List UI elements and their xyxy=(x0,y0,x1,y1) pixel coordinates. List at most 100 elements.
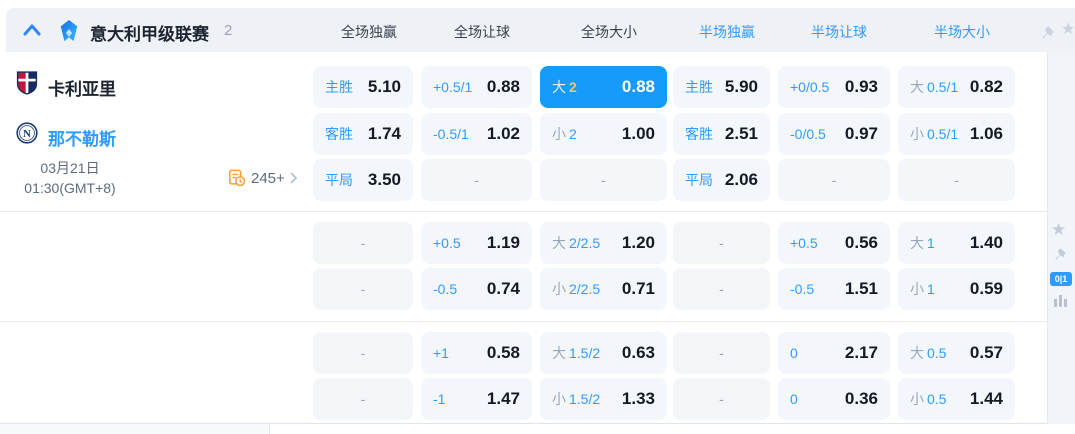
league-logo-icon xyxy=(60,20,78,42)
league-header: 意大利甲级联赛 2 全场独赢 全场让球 全场大小 半场独赢 半场让球 半场大小 … xyxy=(6,8,1075,52)
dash: - xyxy=(954,172,959,188)
bet-label: 大 2/2.5 xyxy=(552,235,601,251)
bet-label: +0.5/1 xyxy=(433,79,473,95)
over-cell[interactable]: 大 1.5/2 0.63 xyxy=(540,332,667,374)
odds-value: 1.47 xyxy=(486,389,520,408)
pin-icon[interactable] xyxy=(1040,25,1056,41)
away-win-cell[interactable]: 客胜 2.51 xyxy=(673,113,770,155)
odds-value: 2.51 xyxy=(724,124,758,143)
away-team-name[interactable]: 那不勒斯 xyxy=(48,125,116,150)
odds-value: 0.71 xyxy=(621,279,655,298)
next-section-left-cell xyxy=(0,424,270,434)
league-title: 意大利甲级联赛 xyxy=(90,25,209,44)
empty-cell: - xyxy=(313,378,413,420)
over-cell[interactable]: 大 2/2.5 1.20 xyxy=(540,222,667,264)
under-cell[interactable]: 小 0.5/1 1.06 xyxy=(898,113,1015,155)
handicap-cell[interactable]: -0.5/1 1.02 xyxy=(421,113,532,155)
league-match-count: 2 xyxy=(224,22,233,39)
handicap-cell[interactable]: 0 0.36 xyxy=(778,378,890,420)
dash: - xyxy=(719,391,724,407)
empty-cell: - xyxy=(778,159,890,201)
bet-label: 客胜 xyxy=(685,126,713,142)
score-badge-text: 0|1 xyxy=(1054,274,1068,284)
match-date: 03月21日 xyxy=(40,160,100,176)
odds-value: 1.02 xyxy=(486,124,520,143)
dash: - xyxy=(831,172,837,188)
bet-label: -0/0.5 xyxy=(790,126,826,142)
handicap-cell[interactable]: +0.5 0.56 xyxy=(778,222,890,264)
odds-value: 1.51 xyxy=(844,279,878,298)
draw-cell[interactable]: 平局 3.50 xyxy=(313,159,413,201)
handicap-cell[interactable]: -1 1.47 xyxy=(421,378,532,420)
handicap-cell[interactable]: 0 2.17 xyxy=(778,332,890,374)
handicap-cell[interactable]: -0.5 0.74 xyxy=(421,268,532,310)
over-cell-selected[interactable]: 大 2 0.88 xyxy=(540,66,667,108)
favorite-star-icon[interactable]: ★ xyxy=(1061,21,1075,39)
more-markets-link[interactable]: 245+ xyxy=(228,169,298,187)
away-win-cell[interactable]: 客胜 1.74 xyxy=(313,113,413,155)
home-team-name[interactable]: 卡利亚里 xyxy=(48,75,116,100)
handicap-cell[interactable]: +0.5/1 0.88 xyxy=(421,66,532,108)
bet-label: 大2 xyxy=(552,79,577,95)
empty-cell: - xyxy=(673,378,770,420)
over-cell[interactable]: 大 0.5 0.57 xyxy=(898,332,1015,374)
home-win-cell[interactable]: 主胜 5.90 xyxy=(673,66,770,108)
bet-label: +0/0.5 xyxy=(790,79,830,95)
under-cell[interactable]: 小 2/2.5 0.71 xyxy=(540,268,667,310)
bet-label: -0.5 xyxy=(790,281,815,297)
home-team-crest-icon xyxy=(16,71,38,95)
home-win-cell[interactable]: 主胜 5.10 xyxy=(313,66,413,108)
odds-value: 5.10 xyxy=(367,77,401,96)
empty-cell: - xyxy=(898,159,1015,201)
bet-label: -1 xyxy=(433,391,446,407)
column-header-ht-handicap: 半场让球 xyxy=(811,24,867,40)
pin-icon[interactable] xyxy=(1053,247,1068,262)
stats-bars-icon[interactable] xyxy=(1053,294,1068,307)
favorite-star-icon[interactable]: ★ xyxy=(1051,220,1066,240)
odds-row: 主胜 5.10 +0.5/1 0.88 大 2 0.88 主胜 5.90 +0/0.5 0.… xyxy=(313,66,1015,108)
odds-row: 平局 3.50 - - 平局 2.06 - - xyxy=(313,159,1015,201)
over-cell[interactable]: 大 1 1.40 xyxy=(898,222,1015,264)
handicap-cell[interactable]: +0/0.5 0.93 xyxy=(778,66,890,108)
handicap-cell[interactable]: +1 0.58 xyxy=(421,332,532,374)
markets-count: 245+ xyxy=(251,169,285,187)
odds-value: 0.93 xyxy=(844,77,878,96)
odds-value: 0.58 xyxy=(486,343,520,362)
empty-cell: - xyxy=(540,159,667,201)
under-cell[interactable]: 小 1 0.59 xyxy=(898,268,1015,310)
empty-cell: - xyxy=(421,159,532,201)
under-cell[interactable]: 小 0.5 1.44 xyxy=(898,378,1015,420)
score-badge[interactable]: 0|1 xyxy=(1050,272,1072,286)
bet-label: 主胜 xyxy=(325,79,353,95)
odds-value: 0.88 xyxy=(486,77,520,96)
odds-row: - +0.5 1.19 大 2/2.5 1.20 - +0.5 0.56 大 1 1.40 xyxy=(313,222,1015,264)
column-header-ft-1x2: 全场独赢 xyxy=(341,24,397,40)
odds-value: 0.56 xyxy=(844,233,878,252)
collapse-chevron-up-icon[interactable] xyxy=(22,23,42,37)
empty-cell: - xyxy=(673,268,770,310)
bet-label: 小2 xyxy=(552,126,577,142)
odds-value: 1.19 xyxy=(486,233,520,252)
odds-value: 2.06 xyxy=(724,170,758,189)
bet-label: +1 xyxy=(433,345,449,361)
odds-value: 1.33 xyxy=(621,389,655,408)
empty-cell: - xyxy=(313,332,413,374)
dash: - xyxy=(360,281,366,297)
bet-label: 大 0.5/1 xyxy=(910,79,959,95)
empty-cell: - xyxy=(313,268,413,310)
odds-row: - +1 0.58 大 1.5/2 0.63 - 0 2.17 大 0.5 0.57 xyxy=(313,332,1015,374)
bet-label: 大1 xyxy=(910,235,935,251)
handicap-cell[interactable]: +0.5 1.19 xyxy=(421,222,532,264)
bet-label: -0.5/1 xyxy=(433,126,469,142)
handicap-cell[interactable]: -0/0.5 0.97 xyxy=(778,113,890,155)
block-divider xyxy=(0,321,1047,322)
under-cell[interactable]: 小 1.5/2 1.33 xyxy=(540,378,667,420)
odds-value: 0.82 xyxy=(969,77,1003,96)
draw-cell[interactable]: 平局 2.06 xyxy=(673,159,770,201)
odds-value: 0.63 xyxy=(621,343,655,362)
bet-label: 平局 xyxy=(685,172,713,188)
handicap-cell[interactable]: -0.5 1.51 xyxy=(778,268,890,310)
bet-label: 小1 xyxy=(910,281,935,297)
over-cell[interactable]: 大 0.5/1 0.82 xyxy=(898,66,1015,108)
under-cell[interactable]: 小 2 1.00 xyxy=(540,113,667,155)
